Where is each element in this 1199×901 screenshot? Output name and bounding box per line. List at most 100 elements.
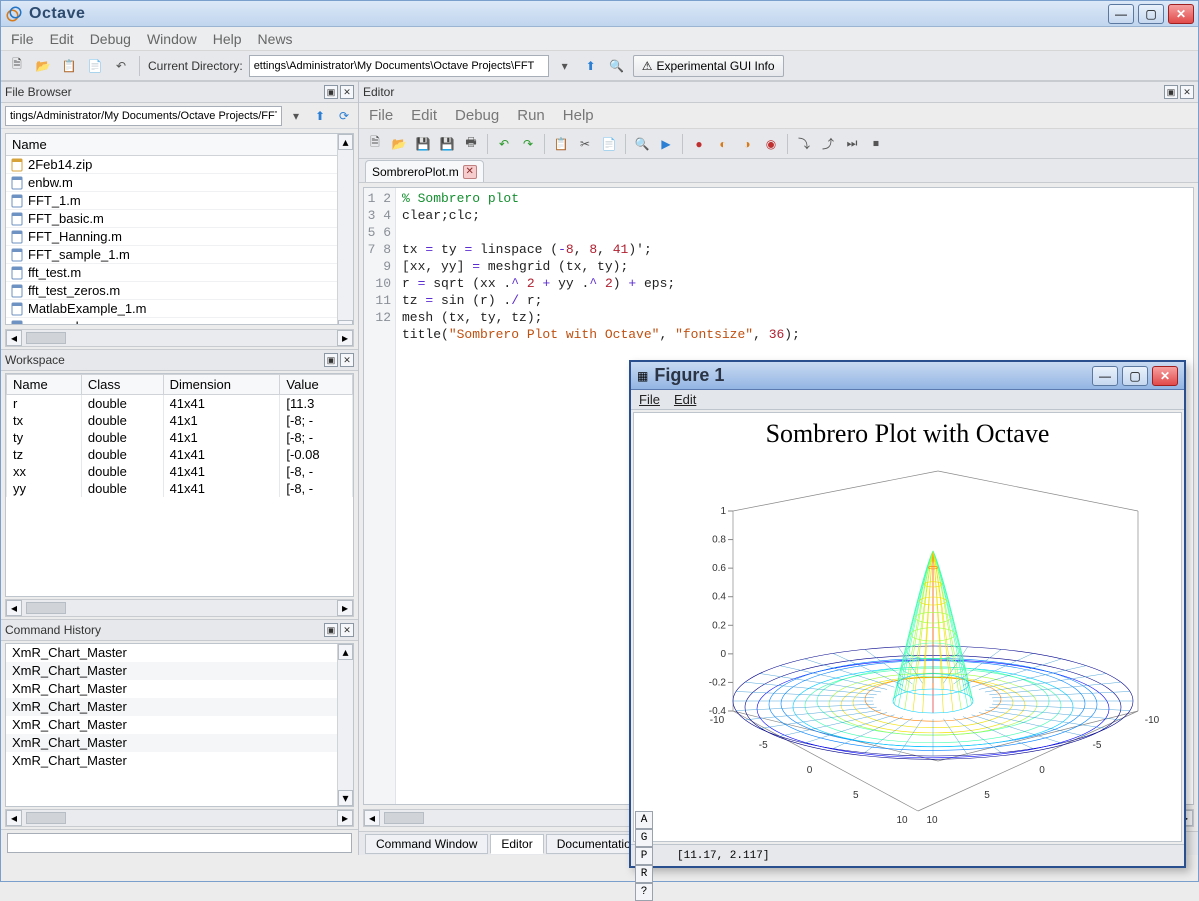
- scroll-up-icon[interactable]: ▴: [338, 134, 353, 150]
- scroll-right-icon[interactable]: ▸: [337, 330, 353, 346]
- new-file-icon[interactable]: 🗎: [7, 56, 27, 76]
- scroll-right-icon[interactable]: ▸: [337, 600, 353, 616]
- panel-undock-button[interactable]: ▣: [324, 353, 338, 367]
- history-item[interactable]: XmR_Chart_Master: [6, 716, 337, 734]
- figure-menu-edit[interactable]: Edit: [674, 392, 696, 407]
- paste-icon[interactable]: 📄: [599, 134, 619, 154]
- open-icon[interactable]: 📂: [389, 134, 409, 154]
- filter-input[interactable]: [7, 833, 352, 853]
- file-item[interactable]: FFT_1.m: [6, 192, 337, 210]
- history-item[interactable]: XmR_Chart_Master: [6, 644, 337, 662]
- current-directory-input[interactable]: [249, 55, 549, 77]
- scroll-down-icon[interactable]: ▾: [338, 790, 353, 806]
- ws-header-name[interactable]: Name: [7, 375, 82, 395]
- file-item[interactable]: enbw.m: [6, 174, 337, 192]
- panel-close-button[interactable]: ✕: [340, 353, 354, 367]
- find-icon[interactable]: 🔍: [632, 134, 652, 154]
- figure-mode-g[interactable]: G: [635, 829, 653, 847]
- ws-header-dimension[interactable]: Dimension: [163, 375, 280, 395]
- history-item[interactable]: XmR_Chart_Master: [6, 698, 337, 716]
- file-item[interactable]: FFT_Hanning.m: [6, 228, 337, 246]
- panel-close-button[interactable]: ✕: [340, 623, 354, 637]
- menu-edit[interactable]: Edit: [50, 31, 74, 47]
- undo-icon[interactable]: ↶: [111, 56, 131, 76]
- file-list-header[interactable]: Name: [6, 134, 337, 156]
- debug-quit-icon[interactable]: ⏹: [866, 134, 886, 154]
- tab-close-icon[interactable]: ✕: [463, 165, 477, 179]
- menu-window[interactable]: Window: [147, 31, 197, 47]
- file-item[interactable]: FFT_sample_1.m: [6, 246, 337, 264]
- ws-row[interactable]: xxdouble41x41[-8, -: [7, 463, 353, 480]
- close-button[interactable]: ✕: [1168, 4, 1194, 24]
- copy-icon[interactable]: 📋: [551, 134, 571, 154]
- breakpoint-icon[interactable]: ●: [689, 134, 709, 154]
- ws-row[interactable]: tzdouble41x41[-0.08: [7, 446, 353, 463]
- dropdown-icon[interactable]: ▾: [286, 106, 306, 126]
- minimize-button[interactable]: —: [1108, 4, 1134, 24]
- scroll-down-icon[interactable]: ▾: [338, 320, 353, 325]
- file-item[interactable]: FFT_basic.m: [6, 210, 337, 228]
- save-icon[interactable]: 💾: [413, 134, 433, 154]
- stop-icon[interactable]: ◉: [761, 134, 781, 154]
- file-item[interactable]: MatlabExample_1.m: [6, 300, 337, 318]
- editor-menu-debug[interactable]: Debug: [455, 107, 499, 124]
- step-in-icon[interactable]: ◑: [737, 134, 757, 154]
- scroll-left-icon[interactable]: ◂: [364, 810, 380, 826]
- up-folder-icon[interactable]: ⬆: [581, 56, 601, 76]
- editor-tab[interactable]: SombreroPlot.m ✕: [365, 160, 484, 182]
- search-icon[interactable]: 🔍: [607, 56, 627, 76]
- ws-row[interactable]: txdouble41x1[-8; -: [7, 412, 353, 429]
- history-hscrollbar[interactable]: ◂ ▸: [5, 809, 354, 827]
- editor-menu-file[interactable]: File: [369, 107, 393, 124]
- experimental-gui-button[interactable]: ⚠ Experimental GUI Info: [633, 55, 784, 77]
- file-item[interactable]: removedc.m: [6, 318, 337, 325]
- bottom-tab-editor[interactable]: Editor: [490, 834, 543, 854]
- copy-icon[interactable]: 📋: [59, 56, 79, 76]
- open-folder-icon[interactable]: 📂: [33, 56, 53, 76]
- up-folder-icon[interactable]: ⬆: [310, 106, 330, 126]
- scroll-up-icon[interactable]: ▴: [338, 644, 353, 660]
- history-scrollbar[interactable]: ▴ ▾: [337, 644, 353, 806]
- ws-row[interactable]: rdouble41x41[11.3: [7, 395, 353, 413]
- cut-icon[interactable]: ✂: [575, 134, 595, 154]
- dropdown-icon[interactable]: ▾: [555, 56, 575, 76]
- scroll-left-icon[interactable]: ◂: [6, 600, 22, 616]
- maximize-button[interactable]: ▢: [1138, 4, 1164, 24]
- file-list-hscrollbar[interactable]: ◂ ▸: [5, 329, 354, 347]
- redo-icon[interactable]: ↷: [518, 134, 538, 154]
- undo-icon[interactable]: ↶: [494, 134, 514, 154]
- ws-header-value[interactable]: Value: [280, 375, 353, 395]
- print-icon[interactable]: 🖶: [461, 134, 481, 154]
- panel-undock-button[interactable]: ▣: [1164, 85, 1178, 99]
- panel-undock-button[interactable]: ▣: [324, 623, 338, 637]
- history-item[interactable]: XmR_Chart_Master: [6, 662, 337, 680]
- menu-news[interactable]: News: [258, 31, 293, 47]
- figure-mode-p[interactable]: P: [635, 847, 653, 865]
- editor-menu-help[interactable]: Help: [563, 107, 594, 124]
- ws-row[interactable]: yydouble41x41[-8, -: [7, 480, 353, 497]
- close-button[interactable]: ✕: [1152, 366, 1178, 386]
- file-item[interactable]: fft_test_zeros.m: [6, 282, 337, 300]
- menu-file[interactable]: File: [11, 31, 34, 47]
- history-item[interactable]: XmR_Chart_Master: [6, 680, 337, 698]
- workspace-hscrollbar[interactable]: ◂ ▸: [5, 599, 354, 617]
- file-browser-path-input[interactable]: [5, 106, 282, 126]
- file-item[interactable]: fft_test.m: [6, 264, 337, 282]
- debug-step-out-icon[interactable]: ⤴: [818, 134, 838, 154]
- debug-step-icon[interactable]: ⤵: [794, 134, 814, 154]
- ws-header-class[interactable]: Class: [81, 375, 163, 395]
- bottom-tab-command-window[interactable]: Command Window: [365, 834, 488, 854]
- figure-mode-a[interactable]: A: [635, 811, 653, 829]
- scroll-left-icon[interactable]: ◂: [6, 330, 22, 346]
- run-icon[interactable]: ▶: [656, 134, 676, 154]
- panel-close-button[interactable]: ✕: [1180, 85, 1194, 99]
- panel-undock-button[interactable]: ▣: [324, 85, 338, 99]
- new-file-icon[interactable]: 🗎: [365, 134, 385, 154]
- save-all-icon[interactable]: 💾: [437, 134, 457, 154]
- refresh-icon[interactable]: ⟳: [334, 106, 354, 126]
- menu-debug[interactable]: Debug: [90, 31, 131, 47]
- paste-icon[interactable]: 📄: [85, 56, 105, 76]
- scroll-right-icon[interactable]: ▸: [337, 810, 353, 826]
- editor-menu-edit[interactable]: Edit: [411, 107, 437, 124]
- maximize-button[interactable]: ▢: [1122, 366, 1148, 386]
